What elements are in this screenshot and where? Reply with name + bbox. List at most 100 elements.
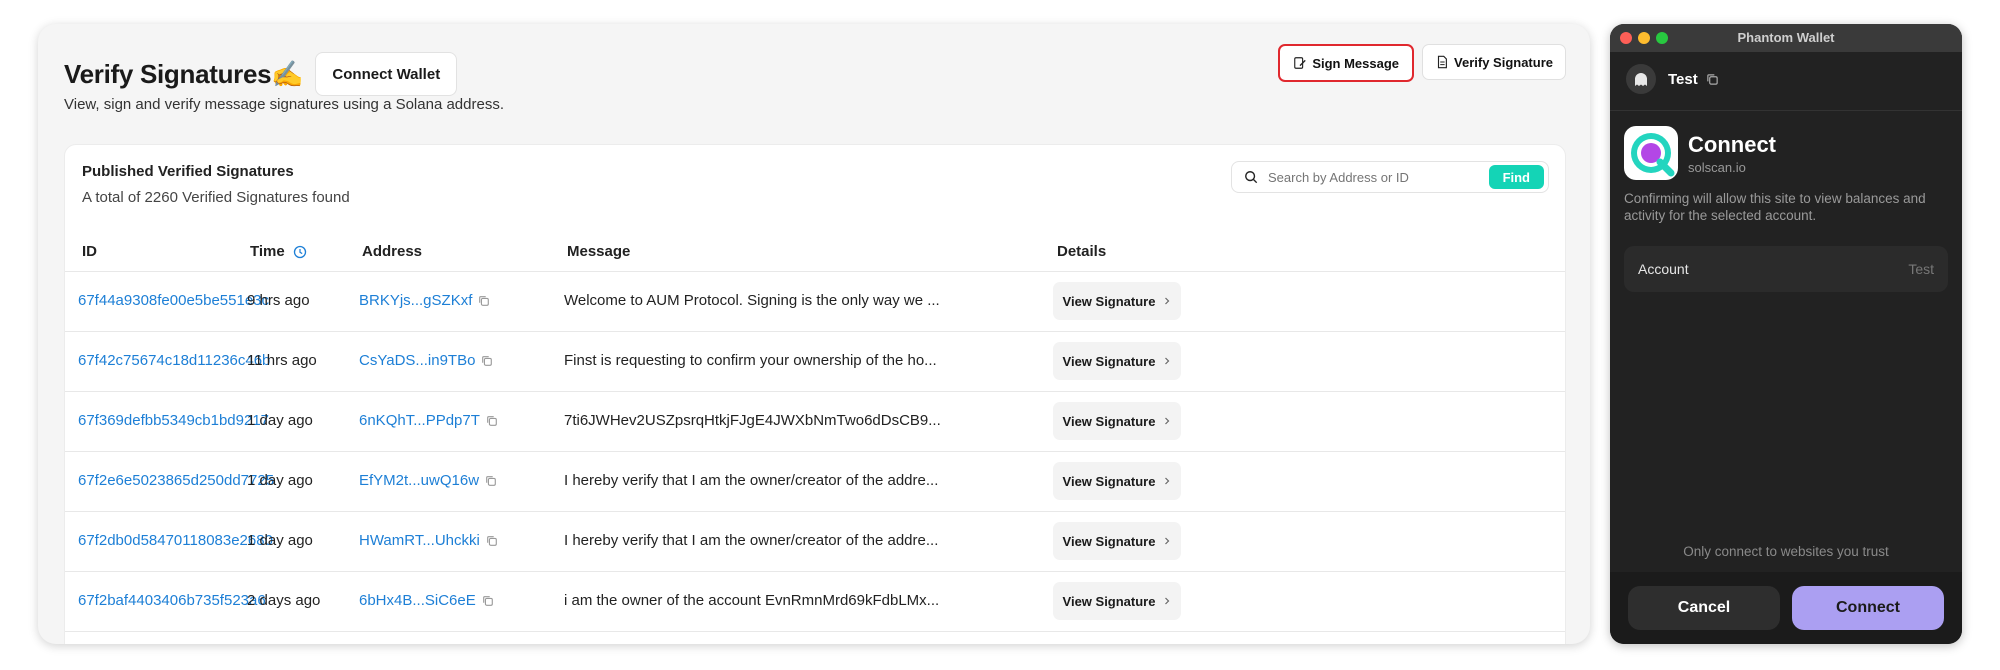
copy-icon[interactable] xyxy=(478,295,490,307)
chevron-right-icon xyxy=(1165,477,1170,485)
table-header: ID Time Address Message Details xyxy=(65,231,1565,272)
connect-wallet-button[interactable]: Connect Wallet xyxy=(315,52,458,96)
account-row[interactable]: Test xyxy=(1626,64,1719,94)
chevron-right-icon xyxy=(1165,357,1170,365)
view-signature-button[interactable]: View Signature xyxy=(1053,282,1181,320)
address-link[interactable]: EfYM2t...uwQ16w xyxy=(359,472,479,489)
search-icon xyxy=(1245,171,1258,184)
cancel-button[interactable]: Cancel xyxy=(1628,586,1780,630)
solscan-logo-icon xyxy=(1624,126,1678,180)
table-row: 67f44a9308fe00e5be551e3c 9 hrs ago BRKYjs.… xyxy=(65,271,1565,332)
phantom-wallet-window: Phantom Wallet Test Connect solscan.io C… xyxy=(1610,24,1962,644)
chevron-right-icon xyxy=(1165,537,1170,545)
message-cell: I hereby verify that I am the owner/crea… xyxy=(564,472,939,489)
ghost-icon xyxy=(1635,73,1647,86)
view-signature-button[interactable]: View Signature xyxy=(1053,342,1181,380)
find-button[interactable]: Find xyxy=(1488,165,1544,189)
header-message: Message xyxy=(567,243,631,260)
view-signature-label: View Signature xyxy=(1062,593,1156,609)
message-cell: Finst is requesting to confirm your owne… xyxy=(564,352,937,369)
account-selector[interactable]: Account Test xyxy=(1624,246,1948,292)
header-id: ID xyxy=(82,243,97,260)
address-link[interactable]: 6nKQhT...PPdp7T xyxy=(359,412,480,429)
message-cell: I hereby verify that I am the owner/crea… xyxy=(564,532,939,549)
view-signature-button[interactable]: View Signature xyxy=(1053,522,1181,560)
connect-description: Confirming will allow this site to view … xyxy=(1624,191,1926,223)
signature-id-link[interactable]: 67f2baf4403406b735f523a6 xyxy=(78,592,266,609)
window-titlebar: Phantom Wallet xyxy=(1610,24,1962,52)
view-signature-label: View Signature xyxy=(1062,293,1156,309)
sign-message-label: Sign Message xyxy=(1312,55,1400,71)
copy-icon[interactable] xyxy=(486,415,498,427)
verify-signature-label: Verify Signature xyxy=(1454,54,1553,70)
writing-hand-icon: ✍️ xyxy=(271,58,304,89)
top-actions: Sign Message Verify Signature xyxy=(1278,44,1566,82)
signatures-card: Published Verified Signatures A total of… xyxy=(64,144,1566,644)
copy-icon[interactable] xyxy=(481,355,493,367)
signature-id-link[interactable]: 67f369defbb5349cb1bd9217 xyxy=(78,412,269,429)
copy-icon[interactable] xyxy=(482,595,494,607)
chevron-right-icon xyxy=(1165,597,1170,605)
connect-button[interactable]: Connect xyxy=(1792,586,1944,630)
sign-message-button[interactable]: Sign Message xyxy=(1278,44,1415,82)
address-cell: 6bHx4B...SiC6eE xyxy=(359,592,494,609)
verify-signature-button[interactable]: Verify Signature xyxy=(1422,44,1566,80)
window-title: Phantom Wallet xyxy=(1737,30,1835,45)
header-time-label: Time xyxy=(250,243,285,260)
signature-count: A total of 2260 Verified Signatures foun… xyxy=(82,189,350,206)
time-cell: 1 day ago xyxy=(247,532,313,549)
address-cell: BRKYjs...gSZKxf xyxy=(359,292,490,309)
address-cell: HWamRT...Uhckki xyxy=(359,532,498,549)
signature-id-link[interactable]: 67f42c75674c18d11236c46b xyxy=(78,352,270,369)
document-icon xyxy=(1437,55,1447,69)
message-cell: 7ti6JWHev2USZpsrqHtkjFJgE4JWXbNmTwo6dDsC… xyxy=(564,412,941,429)
address-cell: EfYM2t...uwQ16w xyxy=(359,472,497,489)
account-value: Test xyxy=(1908,261,1934,277)
message-cell: Welcome to AUM Protocol. Signing is the … xyxy=(564,292,940,309)
sign-icon xyxy=(1294,57,1307,69)
clock-icon[interactable] xyxy=(293,245,307,259)
time-cell: 2 days ago xyxy=(247,592,321,609)
title-row: Verify Signatures✍️ Connect Wallet xyxy=(64,52,458,96)
table-row: 67f2db0d58470118083e2680 1 day ago HWamRT.… xyxy=(65,511,1565,572)
signature-id-link[interactable]: 67f44a9308fe00e5be551e3c xyxy=(78,292,269,309)
address-link[interactable]: BRKYjs...gSZKxf xyxy=(359,292,472,309)
view-signature-button[interactable]: View Signature xyxy=(1053,402,1181,440)
avatar xyxy=(1626,64,1656,94)
card-title: Published Verified Signatures xyxy=(82,163,294,180)
header-time: Time xyxy=(250,243,307,260)
header-address: Address xyxy=(362,243,423,260)
table-row: 67f42c75674c18d11236c46b 11 hrs ago CsYaDS… xyxy=(65,331,1565,392)
address-cell: CsYaDS...in9TBo xyxy=(359,352,493,369)
view-signature-button[interactable]: View Signature xyxy=(1053,462,1181,500)
site-url: solscan.io xyxy=(1688,160,1746,175)
solscan-page: Verify Signatures✍️ Connect Wallet View,… xyxy=(38,24,1590,644)
address-link[interactable]: CsYaDS...in9TBo xyxy=(359,352,475,369)
view-signature-label: View Signature xyxy=(1062,533,1156,549)
view-signature-label: View Signature xyxy=(1062,353,1156,369)
search-box: Find xyxy=(1231,161,1549,193)
view-signature-label: View Signature xyxy=(1062,473,1156,489)
copy-icon[interactable] xyxy=(485,475,497,487)
search-input[interactable] xyxy=(1266,168,1489,186)
table-row: 67f369defbb5349cb1bd9217 1 day ago 6nKQhT.… xyxy=(65,391,1565,452)
time-cell: 11 hrs ago xyxy=(247,352,317,369)
table-row: 67f2baf4403406b735f523a6 2 days ago 6bHx4B… xyxy=(65,571,1565,632)
address-link[interactable]: HWamRT...Uhckki xyxy=(359,532,480,549)
copy-icon[interactable] xyxy=(1706,73,1719,86)
account-name: Test xyxy=(1668,70,1698,88)
trust-note: Only connect to websites you trust xyxy=(1683,544,1889,559)
divider xyxy=(1610,110,1962,111)
signature-id-link[interactable]: 67f2db0d58470118083e2680 xyxy=(78,532,273,549)
copy-icon[interactable] xyxy=(486,535,498,547)
page-subtitle: View, sign and verify message signatures… xyxy=(64,96,504,113)
signature-id-link[interactable]: 67f2e6e5023865d250dd7725 xyxy=(78,472,274,489)
connect-title: Connect xyxy=(1688,132,1776,157)
view-signature-button[interactable]: View Signature xyxy=(1053,582,1181,620)
chevron-right-icon xyxy=(1165,417,1170,425)
time-cell: 1 day ago xyxy=(247,412,313,429)
table-row: 67f2e6e5023865d250dd7725 1 day ago EfYM2t.… xyxy=(65,451,1565,512)
address-link[interactable]: 6bHx4B...SiC6eE xyxy=(359,592,476,609)
message-cell: i am the owner of the account EvnRmnMrd6… xyxy=(564,592,940,609)
address-cell: 6nKQhT...PPdp7T xyxy=(359,412,498,429)
